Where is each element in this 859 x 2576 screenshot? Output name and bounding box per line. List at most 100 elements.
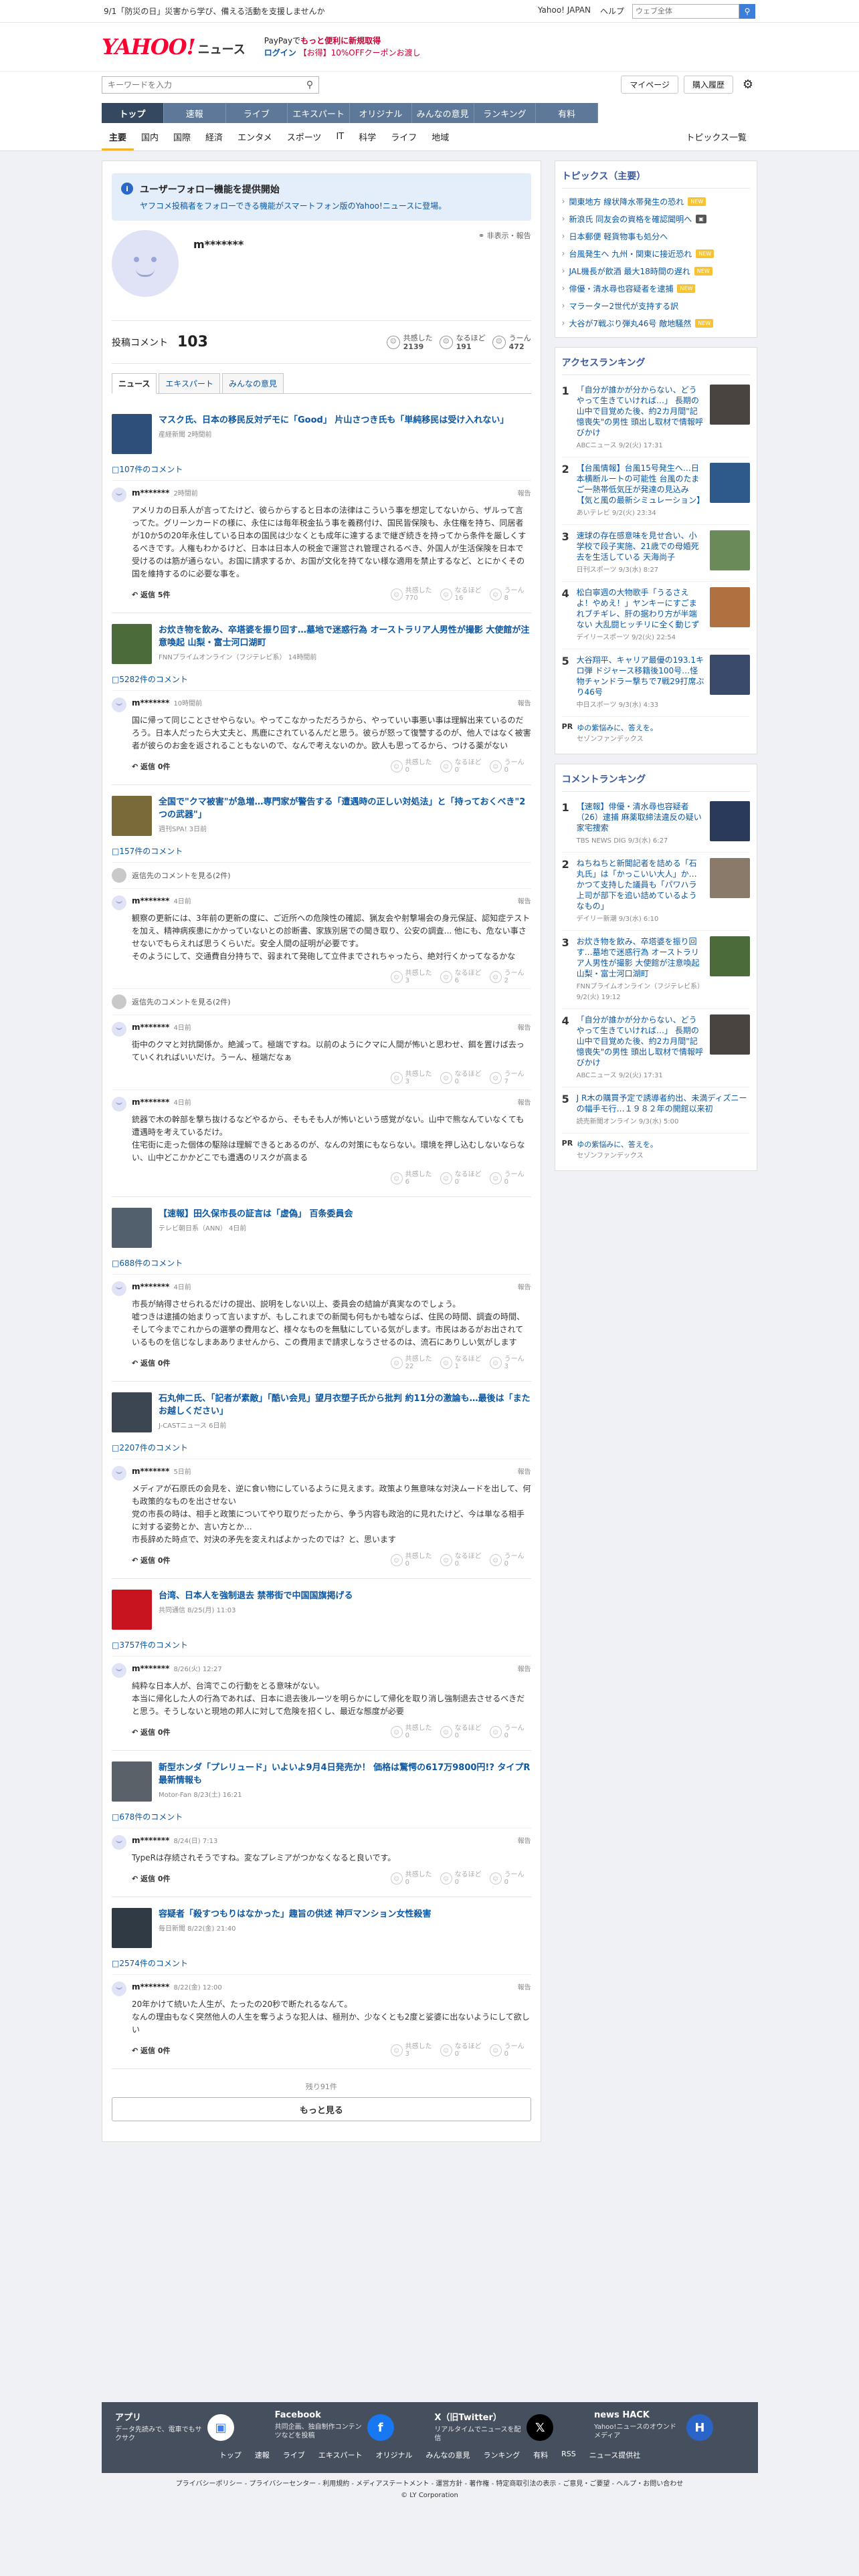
topics-list-link[interactable]: トピックス一覧 [686,130,747,143]
more-button[interactable]: もっと見る [112,2097,531,2121]
topic-item[interactable]: 台風発生へ 九州・関東に接近恐れ NEW [562,245,750,262]
reply-button[interactable]: 返信 0件 [132,1873,170,1884]
web-search-input[interactable] [632,3,739,19]
comment-user[interactable]: m******* [132,1982,169,1992]
footer-service[interactable]: アプリ データ先読みで、電車でもサクサク ▣ [115,2410,266,2443]
ranking-item[interactable]: 3 お炊き物を飲み、卒塔婆を振り回す…墓地で迷惑行為 オーストラリア人男性が撮影 … [561,931,750,1009]
report-link[interactable]: 報告 [518,1097,531,1107]
article-thumbnail[interactable] [112,414,152,454]
nav-tab-4[interactable]: オリジナル [350,103,412,123]
reply-button[interactable]: 返信 0件 [132,761,170,772]
pr-ad[interactable]: PR ゆの紫悩みに、答えを。 セゾンファンデックス [562,1134,750,1165]
article-thumbnail[interactable] [112,1392,152,1432]
rank-title[interactable]: 「自分が誰かが分からない、どうやって生きていければ…」 長期の山中で目覚めた後、… [577,385,704,438]
vote-button[interactable]: ☺ うーん 7 [489,1071,531,1085]
article-link[interactable]: 新型ホンダ「プレリュード」いよいよ9月4日発売か！ 価格は驚愕の617万9800… [112,1757,531,1806]
footer-link[interactable]: 速報 [255,2450,270,2460]
footer-link[interactable]: ニュース提供社 [589,2450,640,2460]
rank-thumbnail[interactable] [710,858,750,898]
purchase-history-button[interactable]: 購入履歴 [683,76,733,94]
rank-title[interactable]: 速球の存在感意味を見せ合い、小学校で段子実施、21歳での母婚死去を生活している … [577,530,704,562]
article-link[interactable]: マスク氏、日本の移民反対デモに「Good」 片山さつき氏も「単純移民は受け入れな… [112,410,531,458]
rank-thumbnail[interactable] [710,1014,750,1055]
topic-item[interactable]: JAL機長が飲酒 最大18時間の遅れ NEW [562,262,750,280]
vote-button[interactable]: ☺ うーん 8 [489,587,531,602]
footer-link[interactable]: 有料 [533,2450,548,2460]
footer-link[interactable]: みんなの意見 [425,2450,470,2460]
report-link[interactable]: 報告 [518,1663,531,1673]
rank-thumbnail[interactable] [710,655,750,695]
article-link[interactable]: 石丸伸二氏、「記者が素敵」「酷い会見」望月衣塑子氏から批判 約11分の激論も…最… [112,1388,531,1436]
topic-title[interactable]: 関東地方 線状降水帯発生の恐れ [569,196,684,207]
nav-tab-6[interactable]: ランキング [474,103,537,123]
comment-count-link[interactable]: 2207件のコメント [112,1442,531,1453]
footer-service-title[interactable]: アプリ [115,2410,202,2423]
vote-button[interactable]: ☺ なるほど 0 [440,2043,482,2058]
login-link[interactable]: ログイン [264,48,296,58]
article-title[interactable]: お炊き物を飲み、卒塔婆を振り回す…墓地で迷惑行為 オーストラリア人男性が撮影 大… [159,624,531,649]
footer-service-title[interactable]: Facebook [275,2410,362,2420]
vote-button[interactable]: ☺ 共感した 0 [390,759,432,774]
ranking-item[interactable]: 2 ねちねちと新聞記者を詰める「石丸氏」は「かっこいい大人」か…かつて支持した議員… [561,853,750,931]
ranking-item[interactable]: 3 速球の存在感意味を見せ合い、小学校で段子実施、21歳での母婚死去を生活している… [561,525,750,582]
topic-title[interactable]: JAL機長が飲酒 最大18時間の遅れ [569,265,690,277]
category-2[interactable]: 国際 [166,130,198,143]
rank-title[interactable]: 【台風情報】台風15号発生へ…日本横断ルートの可能性 台風のたまご一熱帯低気圧が… [577,463,705,506]
reply-button[interactable]: 返信 0件 [132,1727,170,1737]
article-title[interactable]: 台湾、日本人を強制退去 禁帯街で中国国旗掲げる [159,1590,353,1602]
article-thumbnail[interactable] [112,1908,152,1948]
article-title[interactable]: 容疑者「殺すつもりはなかった」趣旨の供述 神戸マンション女性殺害 [159,1908,432,1921]
vote-button[interactable]: ☺ なるほど 16 [440,587,482,602]
topic-title[interactable]: 台風発生へ 九州・関東に接近恐れ [569,248,692,259]
article-thumbnail[interactable] [112,796,152,836]
help-link[interactable]: ヘルプ [600,5,624,17]
vote-button[interactable]: ☺ 共感した 0 [390,1725,432,1739]
nav-tab-0[interactable]: トップ [102,103,164,123]
comment-user[interactable]: m******* [132,1836,169,1845]
topic-item[interactable]: 俳優・清水尋也容疑者を逮捕 NEW [562,280,750,297]
category-5[interactable]: スポーツ [280,130,329,143]
vote-button[interactable]: ☺ うーん 0 [489,1871,531,1886]
rank-title[interactable]: 「自分が誰かが分からない、どうやって生きていければ…」 長期の山中で目覚めた後、… [577,1014,704,1068]
article-thumbnail[interactable] [112,1590,152,1630]
rank-title[interactable]: お炊き物を飲み、卒塔婆を振り回す…墓地で迷惑行為 オーストラリア人男性が撮影 大… [577,936,704,979]
category-3[interactable]: 経済 [198,130,230,143]
rank-title[interactable]: 松白寧週の大物歌手「うるさえよ！やめえ！」ヤンキーにすごまれブチギレ、肝の据わり… [577,587,704,630]
article-title[interactable]: 全国で"クマ被害"が急増…専門家が警告する「遭遇時の正しい対処法」と「持っておく… [159,796,531,821]
footer-service[interactable]: X（旧Twitter） リアルタイムでニュースを配信 𝕏 [434,2410,585,2443]
footer-link[interactable]: トップ [219,2450,242,2460]
vote-button[interactable]: ☺ 共感した 0 [390,1553,432,1568]
vote-button[interactable]: ☺ うーん 0 [489,1725,531,1739]
comment-count-link[interactable]: 688件のコメント [112,1257,531,1269]
subtab-0[interactable]: ニュース [112,373,157,394]
vote-button[interactable]: ☺ うーん 0 [489,759,531,774]
comment-count-link[interactable]: 678件のコメント [112,1811,531,1822]
nav-tab-3[interactable]: エキスパート [288,103,350,123]
reply-to-text[interactable]: 返信先のコメントを見る(2件) [132,996,231,1007]
category-1[interactable]: 国内 [134,130,166,143]
yahoo-japan-link[interactable]: Yahoo! JAPAN [538,5,591,17]
vote-button[interactable]: ☺ うーん 0 [489,2043,531,2058]
topic-item[interactable]: マラーター2世代が支持する訳 [562,297,750,314]
policy-links[interactable]: プライバシーポリシー - プライバシーセンター - 利用規約 - メディアステー… [0,2478,859,2490]
vote-button[interactable]: ☺ うーん 2 [489,970,531,984]
topic-title[interactable]: マラーター2世代が支持する訳 [569,300,678,312]
ranking-item[interactable]: 4 「自分が誰かが分からない、どうやって生きていければ…」 長期の山中で目覚めた後… [561,1009,750,1087]
vote-button[interactable]: ☺ なるほど 0 [440,1725,482,1739]
vote-button[interactable]: ☺ うーん 0 [489,1171,531,1186]
article-thumbnail[interactable] [112,624,152,664]
category-0[interactable]: 主要 [102,130,134,150]
report-link[interactable]: 報告 [518,1281,531,1291]
report-link[interactable]: 報告 [518,1466,531,1476]
nav-tab-2[interactable]: ライブ [226,103,288,123]
rank-thumbnail[interactable] [710,801,750,841]
search-icon[interactable]: ⚲ [301,77,318,93]
ranking-item[interactable]: 2 【台風情報】台風15号発生へ…日本横断ルートの可能性 台風のたまご一熱帯低気圧… [561,457,750,525]
comment-user[interactable]: m******* [132,1097,169,1107]
comment-count-link[interactable]: 3757件のコメント [112,1639,531,1650]
comment-count-link[interactable]: 157件のコメント [112,845,531,857]
article-title[interactable]: マスク氏、日本の移民反対デモに「Good」 片山さつき氏も「単純移民は受け入れな… [159,414,508,427]
vote-button[interactable]: ☺ なるほど 0 [440,1871,482,1886]
report-link[interactable]: 報告 [518,1022,531,1032]
comment-user[interactable]: m******* [132,896,169,905]
